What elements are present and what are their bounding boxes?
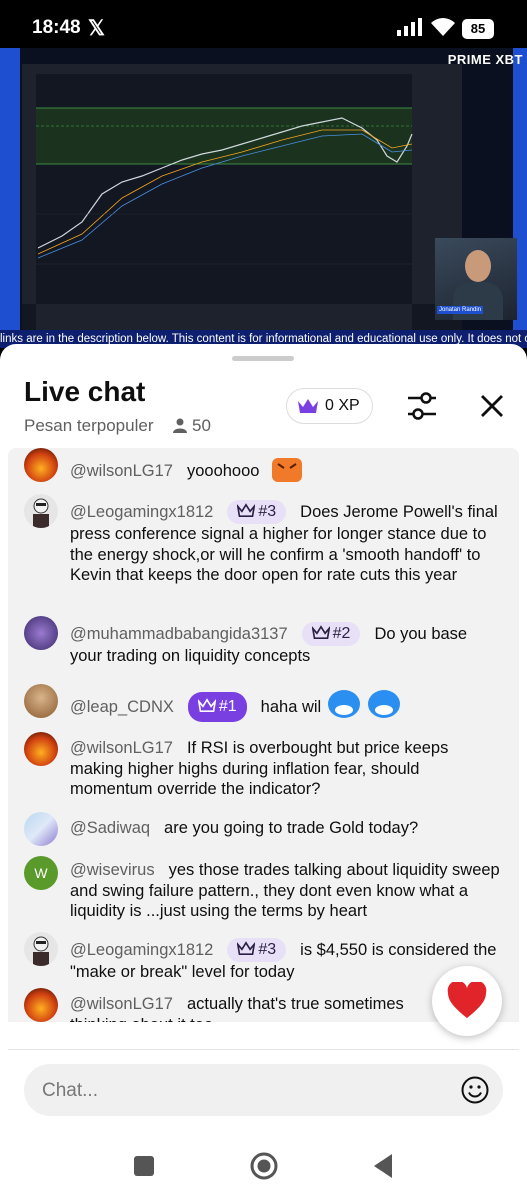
presenter-body (453, 282, 503, 320)
laughing-emoji-icon (368, 690, 401, 718)
avatar[interactable] (24, 448, 58, 482)
rank-badge-label: #3 (258, 941, 277, 958)
crown-icon (197, 698, 216, 713)
avatar[interactable] (24, 616, 58, 650)
recents-icon[interactable] (134, 1156, 154, 1176)
home-icon[interactable] (250, 1152, 278, 1180)
rank-badge: #2 (301, 622, 361, 646)
prime-xbt-logo: PRIME XBT (447, 52, 523, 67)
signal-icon (397, 18, 422, 36)
video-player[interactable]: PRIME XBT Jonatan Randin links are in th… (0, 48, 527, 348)
rank-badge-label: #2 (332, 625, 351, 642)
presenter-name: Jonatan Randin (437, 306, 484, 314)
avatar[interactable]: W (24, 856, 58, 890)
avatar[interactable] (24, 494, 58, 528)
drag-handle[interactable] (232, 356, 294, 361)
message-author[interactable]: @leap_CDNX (70, 698, 174, 716)
chat-filter-label[interactable]: Pesan terpopuler (24, 416, 153, 436)
presenter-face (465, 250, 491, 282)
back-icon[interactable] (372, 1152, 394, 1180)
laughing-emoji-icon (327, 690, 360, 718)
person-icon (173, 418, 187, 433)
heart-icon (447, 982, 487, 1018)
message-author[interactable]: @wisevirus (70, 861, 155, 879)
avatar[interactable] (24, 988, 58, 1022)
close-icon[interactable] (476, 388, 508, 424)
chat-header: Live chat Pesan terpopuler 50 0 XP (0, 364, 527, 450)
x-app-icon: 𝕏 (88, 17, 105, 40)
crown-icon (311, 625, 330, 640)
avatar[interactable] (24, 684, 58, 718)
chat-title: Live chat (24, 376, 146, 407)
rank-badge-label: #1 (218, 698, 237, 715)
rank-badge: #1 (187, 692, 247, 722)
rank-badge: #3 (227, 500, 287, 524)
video-frame-left (0, 48, 20, 348)
message-text: haha wil (260, 698, 322, 716)
xp-button[interactable]: 0 XP (286, 388, 373, 424)
emoji-picker-icon[interactable] (461, 1076, 489, 1104)
trading-chart (22, 64, 462, 344)
message-author[interactable]: @wilsonLG17 (70, 995, 173, 1013)
rank-badge-label: #3 (258, 503, 277, 520)
divider (8, 1049, 519, 1050)
crown-icon (237, 503, 256, 518)
chat-input[interactable] (40, 1064, 444, 1118)
message-author[interactable]: @Sadiwaq (70, 819, 150, 837)
message-author[interactable]: @Leogamingx1812 (70, 941, 213, 959)
message-author[interactable]: @Leogamingx1812 (70, 503, 213, 521)
chat-input-bar (24, 1064, 503, 1118)
avatar[interactable] (24, 732, 58, 766)
battery-icon: 85 (462, 19, 494, 39)
message-text: yooohooo (186, 462, 260, 480)
chat-messages-list[interactable]: @wilsonLG17 yooohooo @Leogamingx1812 #3 Doe… (8, 448, 519, 1022)
presenter-webcam: Jonatan Randin (435, 238, 517, 320)
message-author[interactable]: @muhammadbabangida3137 (70, 625, 288, 643)
viewer-count-value: 50 (192, 416, 211, 435)
viewer-count: 50 (172, 416, 211, 436)
tune-icon[interactable] (404, 388, 440, 424)
wifi-icon (431, 18, 455, 36)
rank-badge: #3 (227, 938, 287, 962)
message-text: are you going to trade Gold today? (164, 819, 419, 837)
crown-icon (237, 941, 256, 956)
status-time: 18:48 (32, 17, 81, 38)
heart-reaction-button[interactable] (432, 966, 502, 1036)
crown-icon (298, 399, 318, 413)
avatar-figure (33, 498, 49, 528)
avatar-figure (33, 936, 49, 966)
avatar[interactable] (24, 932, 58, 966)
system-navigation-bar (0, 1144, 527, 1200)
xp-label: 0 XP (325, 397, 360, 414)
tiger-emoji-icon (272, 458, 303, 482)
avatar[interactable] (24, 812, 58, 846)
message-author[interactable]: @wilsonLG17 (70, 739, 173, 757)
message-author[interactable]: @wilsonLG17 (70, 462, 173, 480)
